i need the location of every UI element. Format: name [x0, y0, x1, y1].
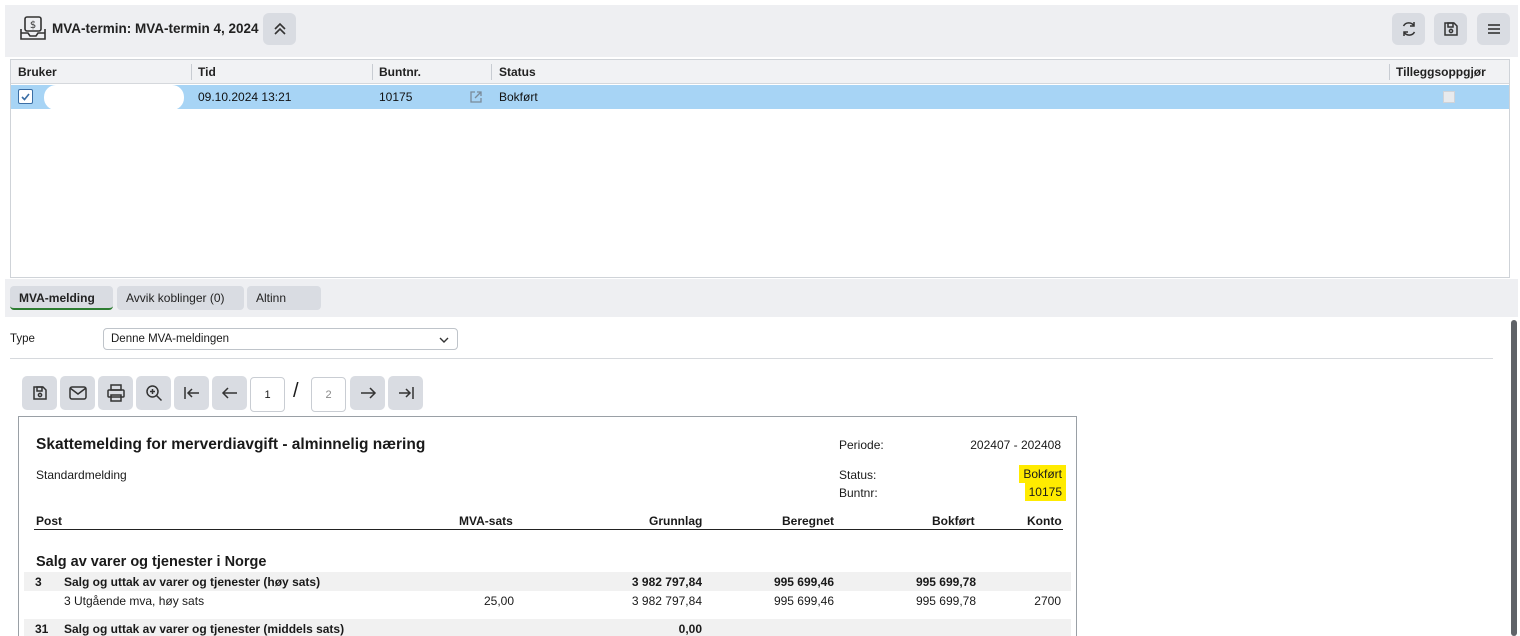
report-save-button[interactable]	[22, 376, 57, 410]
printer-icon	[106, 384, 125, 402]
report-row: 3 Salg og uttak av varer og tjenester (h…	[24, 572, 1071, 591]
table-row[interactable]: 09.10.2024 13:21 10175 Bokført	[11, 85, 1509, 110]
column-header-buntnr[interactable]: Buntnr.	[379, 65, 421, 79]
mail-icon	[68, 386, 87, 400]
periode-label: Periode:	[839, 438, 884, 452]
column-header-konto: Konto	[1027, 514, 1062, 528]
money-tray-icon: $	[19, 15, 47, 43]
refresh-button[interactable]	[1392, 13, 1425, 45]
tab-bar: MVA-melding Avvik koblinger (0) Altinn	[5, 279, 1518, 317]
external-link-icon[interactable]	[469, 90, 483, 104]
vertical-scrollbar[interactable]	[1511, 320, 1517, 636]
tab-mva-melding[interactable]: MVA-melding	[10, 286, 113, 310]
grid-header: Bruker Tid Buntnr. Status Tilleggsoppgjø…	[11, 60, 1509, 84]
termin-grid: Bruker Tid Buntnr. Status Tilleggsoppgjø…	[10, 59, 1510, 278]
report-zoom-button[interactable]	[136, 376, 171, 410]
post-text: 3 Utgående mva, høy sats	[64, 594, 205, 608]
column-header-mva-sats: MVA-sats	[459, 514, 513, 528]
previous-page-button[interactable]	[212, 376, 247, 410]
type-select[interactable]: Denne MVA-meldingen	[103, 328, 458, 350]
bokfort: 995 699,78	[915, 594, 976, 608]
report-subtitle: Standardmelding	[36, 468, 127, 482]
column-separator	[1389, 64, 1390, 80]
column-header-grunnlag: Grunnlag	[649, 514, 703, 528]
type-label: Type	[10, 333, 35, 345]
row-checkbox[interactable]	[18, 89, 33, 104]
post-text: Salg og uttak av varer og tjenester (høy…	[64, 575, 321, 589]
tab-avvik-koblinger[interactable]: Avvik koblinger (0)	[117, 286, 244, 310]
type-select-value: Denne MVA-meldingen	[111, 333, 230, 345]
cell-status: Bokført	[499, 90, 538, 104]
grunnlag: 3 982 797,84	[631, 594, 702, 608]
cell-tid: 09.10.2024 13:21	[198, 90, 292, 104]
post-number: 31	[35, 622, 49, 636]
column-header-status[interactable]: Status	[499, 65, 536, 79]
report-title: Skattemelding for merverdiavgift - almin…	[36, 436, 426, 453]
chevron-down-icon	[439, 337, 449, 343]
svg-text:$: $	[30, 20, 36, 31]
divider	[10, 358, 1493, 359]
checkmark-icon	[21, 93, 30, 101]
column-separator	[372, 64, 373, 80]
column-header-bruker[interactable]: Bruker	[18, 65, 57, 79]
page-separator: /	[293, 380, 299, 402]
zoom-in-icon	[145, 385, 162, 402]
cell-buntnr: 10175	[379, 90, 413, 104]
tab-altinn[interactable]: Altinn	[247, 286, 321, 310]
current-page-input[interactable]: 1	[250, 377, 285, 412]
tilleggsoppgjor-checkbox[interactable]	[1443, 91, 1455, 103]
first-page-button[interactable]	[174, 376, 209, 410]
arrow-left-icon	[221, 387, 237, 399]
next-page-button[interactable]	[350, 376, 385, 410]
hamburger-menu-icon	[1487, 24, 1500, 34]
save-icon	[32, 386, 47, 400]
header-bar: $ MVA-termin: MVA-termin 4, 2024	[5, 5, 1518, 57]
grunnlag: 0,00	[678, 622, 702, 636]
header-underline	[34, 529, 1063, 530]
status-value: Bokført	[1019, 465, 1066, 483]
report-print-button[interactable]	[98, 376, 133, 410]
collapse-button[interactable]	[263, 13, 296, 45]
report-row: 3 Utgående mva, høy sats 25,00 3 982 797…	[24, 591, 1071, 610]
menu-button[interactable]	[1477, 13, 1510, 45]
report-row: 31 Salg og uttak av varer og tjenester (…	[24, 619, 1071, 636]
beregnet: 995 699,46	[773, 594, 834, 608]
arrow-right-icon	[360, 387, 376, 399]
refresh-icon	[1402, 22, 1415, 36]
total-pages-field: 2	[311, 377, 346, 412]
konto: 2700	[1034, 594, 1061, 608]
column-header-tid[interactable]: Tid	[198, 65, 216, 79]
chevrons-up-icon	[273, 22, 286, 35]
column-header-beregnet: Beregnet	[782, 514, 835, 528]
post-text: Salg og uttak av varer og tjenester (mid…	[64, 622, 345, 636]
grunnlag: 3 982 797,84	[631, 575, 702, 589]
periode-value: 202407 - 202408	[970, 438, 1061, 452]
bokfort: 995 699,78	[915, 575, 976, 589]
first-page-icon	[183, 387, 199, 399]
save-icon	[1443, 22, 1458, 36]
status-label: Status:	[839, 468, 877, 482]
column-separator	[191, 64, 192, 80]
column-header-tilleggsoppgjor[interactable]: Tilleggsoppgjør	[1396, 65, 1486, 79]
save-button[interactable]	[1434, 13, 1467, 45]
mva-sats: 25,00	[483, 594, 514, 608]
buntnr-value: 10175	[1024, 483, 1066, 501]
report-document: Skattemelding for merverdiavgift - almin…	[18, 416, 1077, 636]
last-page-button[interactable]	[388, 376, 423, 410]
post-number: 3	[35, 575, 42, 589]
last-page-icon	[398, 387, 414, 399]
buntnr-label: Buntnr:	[839, 486, 878, 500]
page-title: MVA-termin: MVA-termin 4, 2024	[52, 21, 259, 36]
column-separator	[491, 64, 492, 80]
beregnet: 995 699,46	[773, 575, 834, 589]
column-header-bokfort: Bokført	[932, 514, 975, 528]
report-email-button[interactable]	[60, 376, 95, 410]
section-title: Salg av varer og tjenester i Norge	[36, 554, 267, 570]
redacted-user-cell	[44, 85, 184, 110]
column-header-post: Post	[36, 514, 63, 528]
